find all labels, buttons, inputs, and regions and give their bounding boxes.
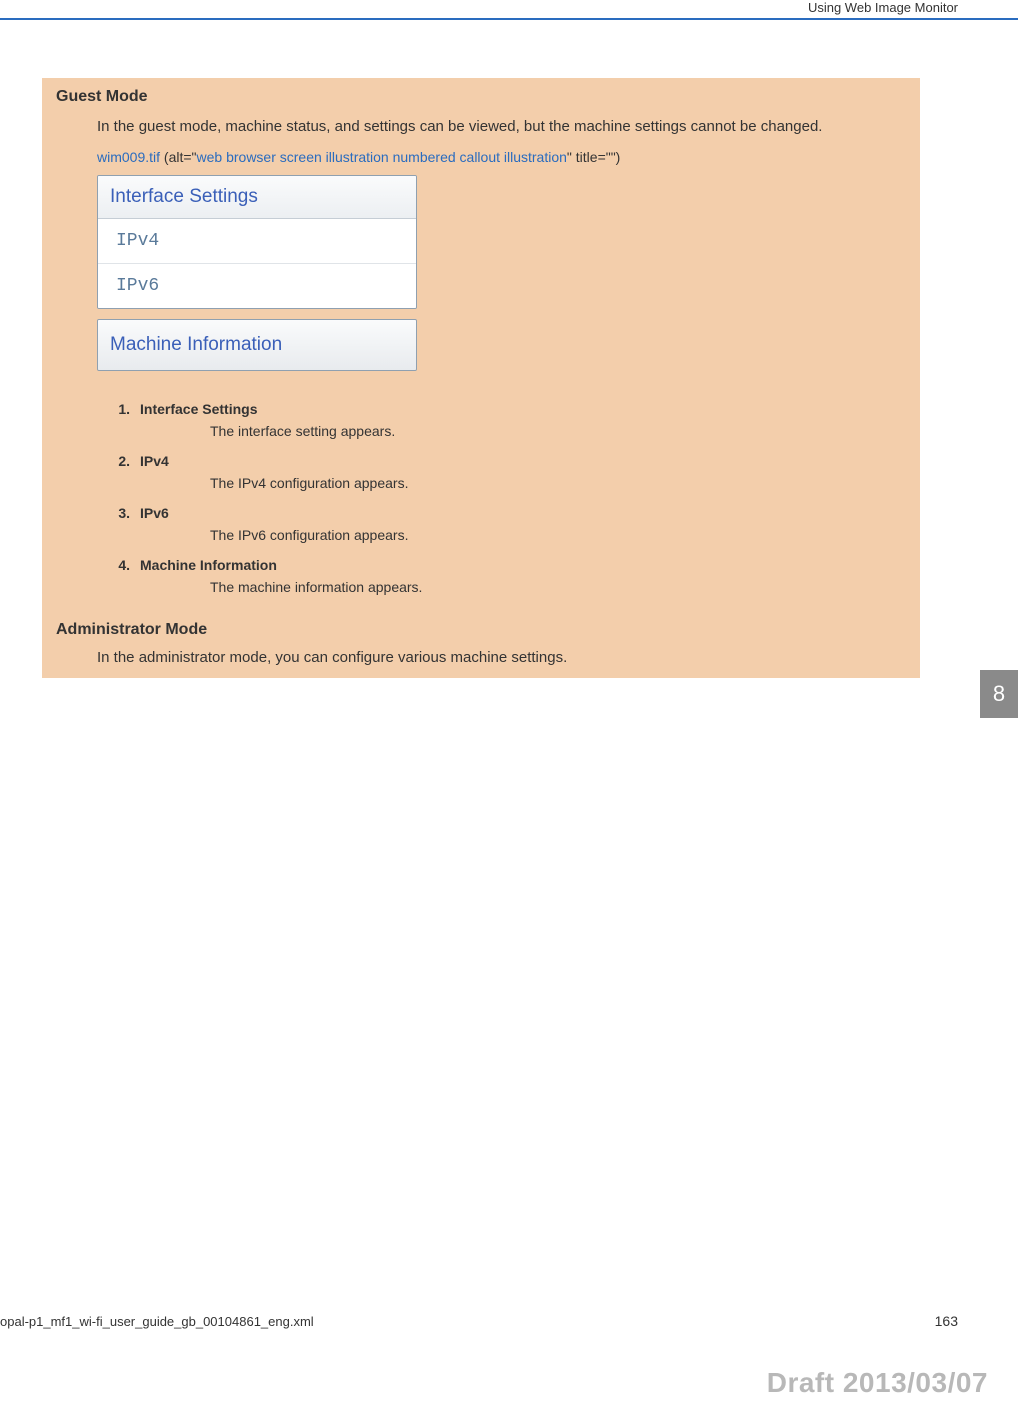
list-number: 2. (112, 453, 130, 469)
guest-mode-heading: Guest Mode (42, 78, 920, 112)
list-desc: The IPv6 configuration appears. (112, 527, 880, 557)
list-number: 4. (112, 557, 130, 573)
machine-information-header: Machine Information (98, 320, 416, 370)
chapter-tab: 8 (980, 670, 1018, 718)
ref-alt-link[interactable]: web browser screen illustration numbered… (197, 149, 567, 165)
list-title: Interface Settings (140, 401, 257, 417)
guest-mode-body: In the guest mode, machine status, and s… (42, 112, 920, 147)
ref-text-1: (alt=" (160, 149, 196, 165)
admin-mode-body: In the administrator mode, you can confi… (42, 645, 920, 678)
draft-watermark: Draft 2013/03/07 (767, 1367, 988, 1399)
header-rule (0, 18, 1018, 20)
callout-list: 1. Interface Settings The interface sett… (42, 385, 920, 619)
footer-filename: opal-p1_mf1_wi-fi_user_guide_gb_00104861… (0, 1314, 314, 1329)
list-desc: The interface setting appears. (112, 423, 880, 453)
list-number: 1. (112, 401, 130, 417)
running-header: Using Web Image Monitor (808, 0, 958, 15)
content-panel: Guest Mode In the guest mode, machine st… (42, 78, 920, 678)
ref-filename-link[interactable]: wim009.tif (97, 149, 160, 165)
footer-page-number: 163 (935, 1313, 958, 1329)
list-number: 3. (112, 505, 130, 521)
list-item: 2. IPv4 (112, 453, 880, 469)
list-item: 3. IPv6 (112, 505, 880, 521)
list-title: IPv6 (140, 505, 169, 521)
list-item: 4. Machine Information (112, 557, 880, 573)
ref-text-2: " title="") (567, 149, 620, 165)
image-reference-line: wim009.tif (alt="web browser screen illu… (42, 147, 920, 175)
ui-illustration: Interface Settings IPv4 IPv6 Machine Inf… (97, 175, 417, 371)
admin-mode-heading: Administrator Mode (42, 619, 920, 645)
interface-settings-header: Interface Settings (98, 176, 416, 219)
list-title: IPv4 (140, 453, 169, 469)
list-desc: The machine information appears. (112, 579, 880, 609)
list-item: 1. Interface Settings (112, 401, 880, 417)
list-desc: The IPv4 configuration appears. (112, 475, 880, 505)
list-title: Machine Information (140, 557, 277, 573)
ipv6-item: IPv6 (98, 264, 416, 308)
ipv4-item: IPv4 (98, 219, 416, 264)
machine-information-panel: Machine Information (97, 319, 417, 371)
interface-settings-panel: Interface Settings IPv4 IPv6 (97, 175, 417, 309)
